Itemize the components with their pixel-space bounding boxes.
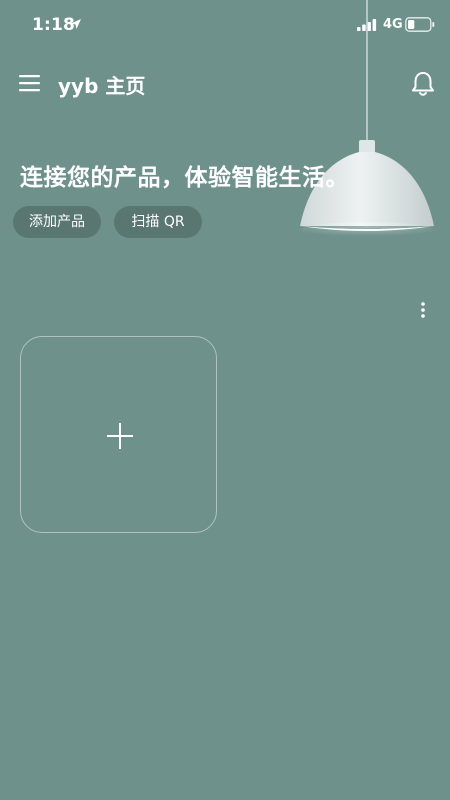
pendant-lamp-illustration	[300, 0, 434, 238]
menu-icon[interactable]	[18, 72, 42, 94]
add-product-button[interactable]: 添加产品	[13, 206, 101, 238]
location-arrow-icon	[71, 19, 81, 29]
add-device-card[interactable]	[20, 336, 217, 533]
welcome-headline: 连接您的产品，体验智能生活。	[20, 165, 349, 191]
plus-icon	[107, 423, 133, 449]
app-header: yyb 主页	[0, 62, 450, 106]
more-vertical-icon[interactable]	[414, 299, 432, 321]
page-title: yyb 主页	[58, 74, 146, 98]
bell-icon[interactable]	[410, 70, 436, 98]
status-time: 1:18	[32, 15, 76, 35]
scan-qr-button[interactable]: 扫描 QR	[114, 206, 202, 238]
